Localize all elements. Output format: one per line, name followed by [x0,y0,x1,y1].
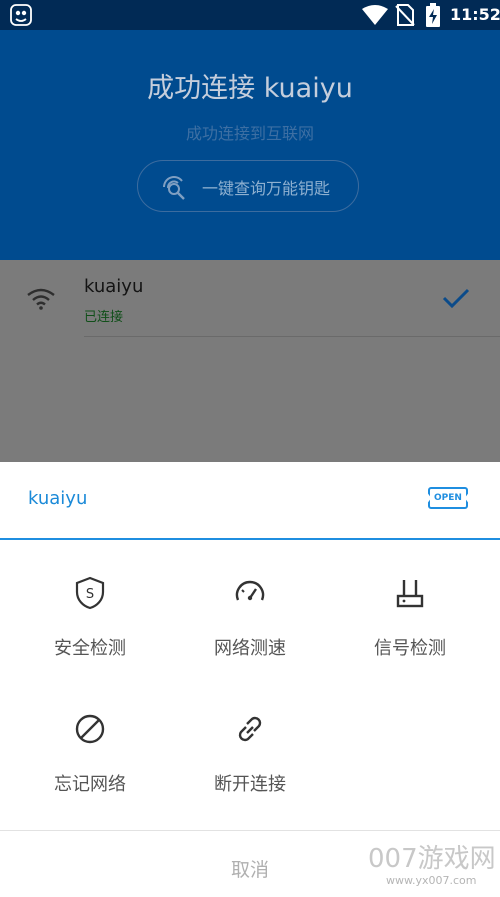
network-action-sheet: kuaiyu OPEN S 安全检测 网络测速 信号检测 忘记网络 断开连接 取… [0,462,500,896]
battery-charging-icon [426,3,440,27]
block-icon [75,714,105,744]
network-ssid: kuaiyu [84,276,144,297]
query-master-key-button[interactable]: 一键查询万能钥匙 [137,160,359,212]
watermark: 007游戏网 www.yx007.com [368,838,498,894]
status-time: 11:52 [450,5,500,24]
speed-test-button[interactable]: 网络测速 [170,576,330,686]
wifi-icon [362,5,388,25]
app-notification-icon [10,4,32,26]
network-state: 已连接 [84,310,124,325]
action-label: 网络测速 [214,638,286,659]
watermark-url: www.yx007.com [386,874,477,887]
shield-s-icon: S [75,576,105,610]
open-security-badge: OPEN [428,487,468,509]
forget-network-button[interactable]: 忘记网络 [10,712,170,822]
status-bar: 11:52 [0,0,500,30]
action-label: 信号检测 [374,638,446,659]
watermark-title: 007游戏网 [368,844,496,874]
network-list: kuaiyu 已连接 [0,260,500,462]
check-icon [442,288,470,309]
action-label: 断开连接 [214,774,286,795]
wifi-icon [27,288,55,310]
network-list-item[interactable]: kuaiyu 已连接 [0,260,500,338]
connection-header: 成功连接 kuaiyu 成功连接到互联网 一键查询万能钥匙 [0,30,500,260]
action-label: 忘记网络 [54,774,126,795]
page-title: 成功连接 kuaiyu [147,73,353,104]
sheet-ssid: kuaiyu [28,488,88,509]
action-label: 安全检测 [54,638,126,659]
sheet-header: kuaiyu OPEN [0,462,500,540]
connection-subtitle: 成功连接到互联网 [185,124,314,143]
broken-link-icon [238,716,262,742]
key-search-icon [163,176,185,200]
security-check-button[interactable]: S 安全检测 [10,576,170,686]
list-divider [84,336,500,337]
speedometer-icon [235,580,265,601]
query-button-label: 一键查询万能钥匙 [202,179,331,198]
no-sim-signal-icon [395,4,415,26]
signal-check-button[interactable]: 信号检测 [330,576,490,686]
svg-text:S: S [86,587,94,602]
router-icon [396,580,424,608]
disconnect-button[interactable]: 断开连接 [170,712,330,822]
